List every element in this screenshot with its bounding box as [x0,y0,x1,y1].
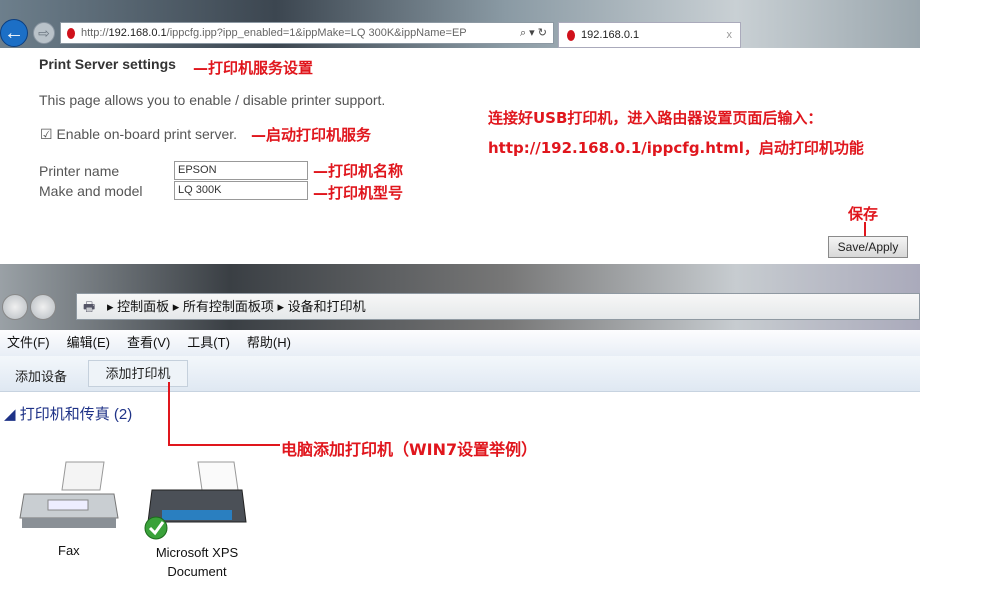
page-description: This page allows you to enable / disable… [39,92,386,108]
add-printer-button[interactable]: 添加打印机 [88,360,188,387]
menu-edit[interactable]: 编辑(E) [67,335,110,350]
url-prefix: http:// [81,27,109,39]
enable-note: —启动打印机服务 [251,126,372,144]
command-bar: 添加设备 添加打印机 [0,356,920,392]
add-pointer-vline [168,382,170,446]
breadcrumb-item[interactable]: 设备和打印机 [288,299,366,314]
printer-name-input[interactable]: EPSON [174,161,308,180]
address-bar[interactable]: http://192.168.0.1/ippcfg.ipp?ipp_enable… [60,22,554,44]
back-button[interactable] [2,294,28,320]
menu-tools[interactable]: 工具(T) [187,335,230,350]
back-button[interactable]: ← [0,19,28,47]
breadcrumb[interactable]: 🖶 ▸ 控制面板 ▸ 所有控制面板项 ▸ 设备和打印机 [76,293,920,320]
tab-title: 192.168.0.1 [581,29,640,41]
printer-name-note: —打印机名称 [313,162,404,180]
menu-bar: 文件(F) 编辑(E) 查看(V) 工具(T) 帮助(H) [0,330,920,356]
fax-icon[interactable] [18,460,122,536]
search-refresh-icons[interactable]: ⌕ ▾ ↻ [515,23,547,43]
forward-button[interactable]: ⇨ [33,22,55,44]
device-label-xps[interactable]: Microsoft XPS Document [142,543,252,581]
add-device-button[interactable]: 添加设备 [15,366,67,385]
group-header[interactable]: ◢ 打印机和传真 (2) [4,403,132,424]
tab-close-icon[interactable]: x [727,23,733,47]
site-icon [67,28,75,39]
model-note: —打印机型号 [313,184,404,202]
page-title: Print Server settings [39,56,176,72]
add-printer-note: 电脑添加打印机（WIN7设置举例） [281,440,538,459]
model-label: Make and model [39,183,143,199]
url-path: /ippcfg.ipp?ipp_enabled=1&ippMake=LQ 300… [166,27,467,39]
enable-checkbox[interactable]: ☑ Enable on-board print server. [40,126,237,143]
breadcrumb-item[interactable]: 控制面板 [117,299,169,314]
model-input[interactable]: LQ 300K [174,181,308,200]
instruction-line-2: http://192.168.0.1/ippcfg.html，启动打印机功能 [488,139,864,157]
breadcrumb-item[interactable]: 所有控制面板项 [183,299,274,314]
menu-file[interactable]: 文件(F) [7,335,50,350]
save-note: 保存 [848,205,879,223]
device-label-fax[interactable]: Fax [58,543,80,558]
xps-printer-icon[interactable] [142,460,252,540]
title-note: —打印机服务设置 [193,59,314,77]
save-apply-button[interactable]: Save/Apply [828,236,908,258]
save-pointer-line [864,222,866,236]
site-icon [567,30,575,41]
url-host: 192.168.0.1 [108,27,167,39]
add-pointer-hline [168,444,280,446]
menu-help[interactable]: 帮助(H) [247,335,291,350]
browser-tab[interactable]: 192.168.0.1 x [558,22,741,48]
printer-name-label: Printer name [39,163,120,179]
instruction-line-1: 连接好USB打印机，进入路由器设置页面后输入： [488,109,823,127]
control-panel-icon: 🖶 [83,299,96,314]
forward-button[interactable] [30,294,56,320]
menu-view[interactable]: 查看(V) [127,335,170,350]
